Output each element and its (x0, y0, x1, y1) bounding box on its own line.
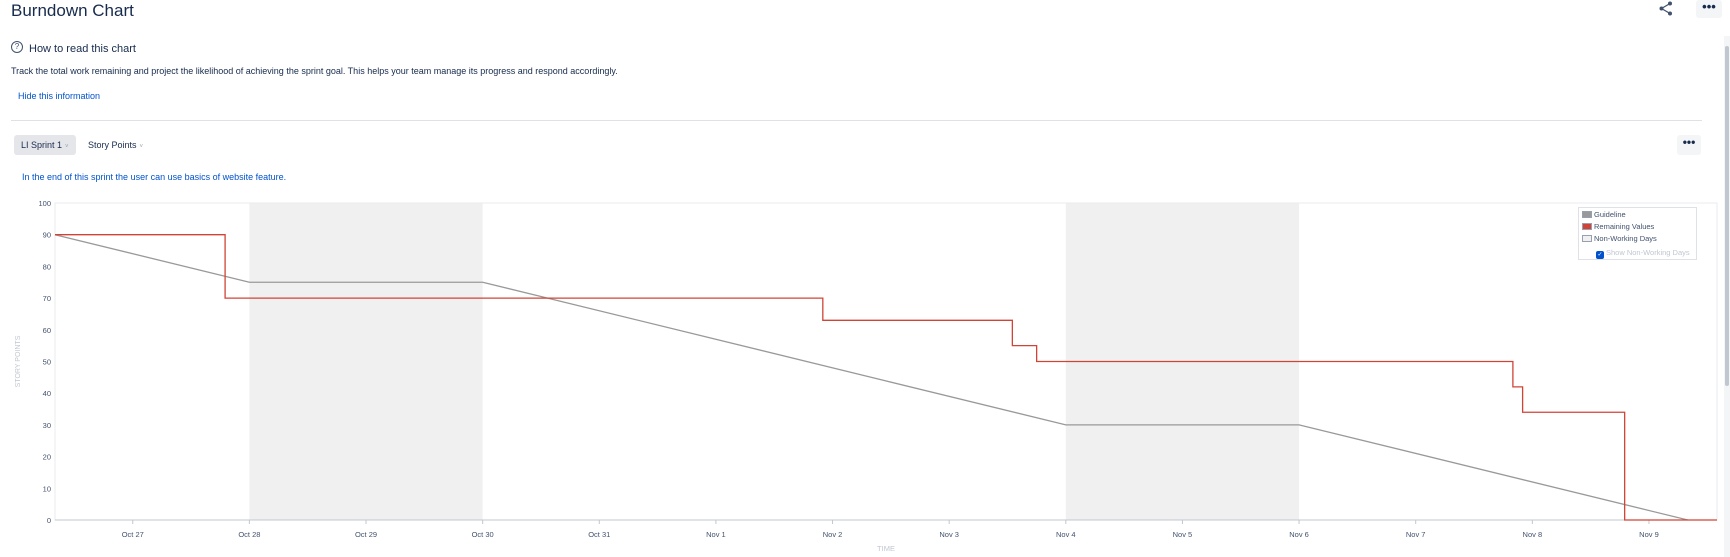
legend-item-remaining: Remaining Values (1582, 222, 1654, 232)
x-tick-label: Nov 3 (939, 530, 959, 539)
x-tick-label: Nov 4 (1056, 530, 1076, 539)
guideline-swatch (1582, 211, 1592, 218)
x-tick-label: Nov 5 (1173, 530, 1193, 539)
non-working-band (249, 203, 483, 520)
legend-label: Non-Working Days (1594, 234, 1657, 243)
page-scrollbar-thumb[interactable] (1725, 46, 1729, 386)
info-heading: How to read this chart (29, 43, 136, 55)
y-tick-label: 70 (43, 294, 51, 303)
x-tick-label: Nov 1 (706, 530, 726, 539)
hide-information-link[interactable]: Hide this information (18, 91, 100, 101)
x-tick-label: Oct 27 (122, 530, 144, 539)
page-more-actions-button[interactable]: ••• (1696, 0, 1722, 18)
chart-more-actions-button[interactable]: ••• (1677, 135, 1701, 155)
estimation-dropdown[interactable]: Story Points ˅ (82, 135, 149, 155)
non-working-swatch (1582, 235, 1592, 242)
page-title: Burndown Chart (11, 1, 134, 20)
x-tick-label: Oct 30 (472, 530, 494, 539)
sprint-goal: In the end of this sprint the user can u… (22, 172, 287, 182)
burndown-chart: 0 10 20 30 40 50 60 70 80 90 100 Oct 27 Oct 28 Oct 29… (15, 199, 1718, 553)
y-tick-label: 10 (43, 484, 51, 493)
x-tick-label: Nov 7 (1406, 530, 1426, 539)
x-tick-label: Oct 28 (238, 530, 260, 539)
checkbox-label: Show Non-Working Days (1606, 248, 1690, 257)
chevron-down-icon: ˅ (65, 144, 69, 150)
checkbox-check-icon: ✓ (1596, 251, 1604, 259)
question-circle-icon: ? (11, 41, 23, 53)
x-tick-label: Nov 6 (1289, 530, 1309, 539)
legend-label: Remaining Values (1594, 222, 1655, 231)
y-tick-label: 80 (43, 262, 51, 271)
y-tick-label: 40 (43, 389, 51, 398)
legend-label: Guideline (1594, 210, 1626, 219)
chart-legend: Guideline Remaining Values Non-Working D… (1578, 207, 1697, 260)
share-icon (1659, 1, 1672, 16)
x-tick-label: Oct 29 (355, 530, 377, 539)
y-tick-label: 20 (43, 453, 51, 462)
x-tick-label: Nov 2 (823, 530, 843, 539)
legend-item-non-working: Non-Working Days (1582, 234, 1657, 244)
x-axis-title: TIME (877, 544, 895, 553)
remaining-swatch (1582, 223, 1592, 230)
y-tick-label: 50 (43, 358, 51, 367)
show-non-working-days-checkbox[interactable]: ✓ Show Non-Working Days (1596, 248, 1690, 259)
y-tick-label: 100 (38, 199, 51, 208)
y-tick-label: 30 (43, 421, 51, 430)
x-tick-label: Nov 8 (1523, 530, 1543, 539)
y-tick-label: 90 (43, 231, 51, 240)
legend-item-guideline: Guideline (1582, 210, 1626, 220)
y-axis-title: STORY POINTS (15, 335, 22, 387)
info-description: Track the total work remaining and proje… (11, 66, 618, 76)
share-button[interactable] (1657, 0, 1675, 18)
y-tick-label: 0 (47, 516, 51, 525)
y-tick-label: 60 (43, 326, 51, 335)
estimation-dropdown-label: Story Points (88, 140, 137, 150)
chevron-down-icon: ˅ (139, 144, 144, 150)
x-tick-label: Nov 9 (1639, 530, 1659, 539)
sprint-dropdown[interactable]: LI Sprint 1 ˅ (14, 135, 76, 155)
x-tick-label: Oct 31 (588, 530, 610, 539)
sprint-dropdown-label: LI Sprint 1 (21, 140, 63, 150)
divider (11, 120, 1702, 121)
